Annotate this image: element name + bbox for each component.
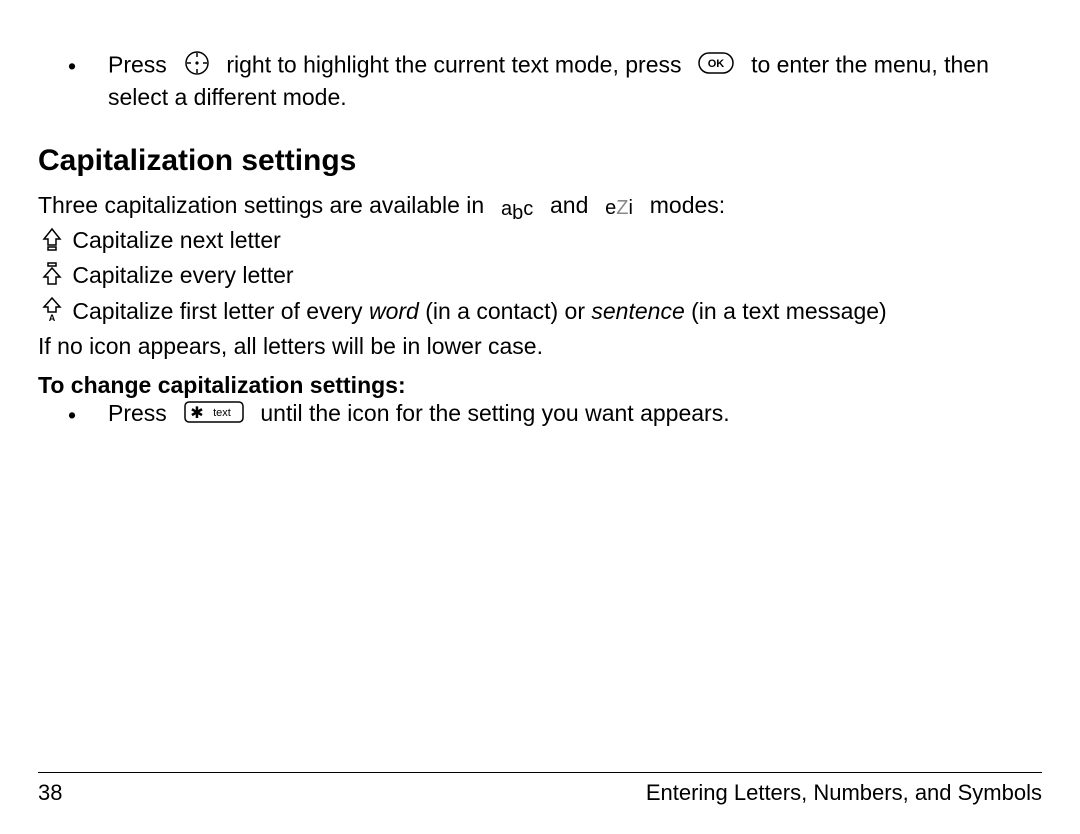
- abc-mode-icon: abc: [501, 193, 533, 222]
- press-label: Press: [108, 51, 167, 77]
- cap-option-3: A Capitalize first letter of every word …: [38, 297, 1042, 328]
- ezi-i: i: [629, 197, 633, 219]
- cap3-c: (in a text message): [691, 298, 887, 324]
- cap-first-word-icon: A: [42, 297, 62, 328]
- step-after: until the icon for the setting you want …: [260, 400, 729, 426]
- chapter-title: Entering Letters, Numbers, and Symbols: [646, 779, 1042, 807]
- change-cap-subheading: To change capitalization settings:: [38, 371, 1042, 400]
- svg-text:OK: OK: [708, 58, 725, 70]
- intro-after-nav: right to highlight the current text mode…: [226, 51, 681, 77]
- cap3-sentence: sentence: [591, 298, 684, 324]
- para1-b: and: [550, 192, 588, 218]
- star-text-key-icon: ✱ text: [184, 401, 244, 430]
- cap3-b: (in a contact) or: [425, 298, 585, 324]
- page-footer: 38 Entering Letters, Numbers, and Symbol…: [38, 772, 1042, 807]
- cap3-a: Capitalize first letter of every: [72, 298, 362, 324]
- modes-paragraph: Three capitalization settings are availa…: [38, 191, 1042, 222]
- cap3-word: word: [369, 298, 419, 324]
- svg-text:text: text: [213, 407, 231, 419]
- page-content: • Press right to highlight the current t…: [0, 0, 1080, 834]
- ok-key-icon: OK: [698, 52, 734, 81]
- cap-next-letter-icon: [42, 227, 62, 258]
- cap-option-2: Capitalize every letter: [38, 261, 1042, 292]
- bullet-dot-icon: •: [68, 50, 108, 81]
- ezi-mode-icon: eZi: [605, 192, 633, 221]
- intro-text: Press right to highlight the current tex…: [108, 50, 1042, 112]
- abc-a: a: [501, 198, 512, 220]
- para1-a: Three capitalization settings are availa…: [38, 192, 484, 218]
- ezi-e: e: [605, 197, 616, 219]
- para1-c: modes:: [650, 192, 725, 218]
- abc-c: c: [523, 198, 533, 220]
- page-number: 38: [38, 779, 62, 807]
- abc-b: b: [512, 202, 523, 224]
- intro-bullet: • Press right to highlight the current t…: [68, 50, 1042, 112]
- step-bullet: • Press ✱ text until the icon for the se…: [68, 399, 1042, 430]
- nav-circle-icon: [184, 50, 210, 83]
- step-press: Press: [108, 400, 167, 426]
- svg-text:A: A: [49, 313, 56, 321]
- section-heading: Capitalization settings: [38, 142, 1042, 180]
- ezi-z: Z: [616, 197, 628, 219]
- cap1-label: Capitalize next letter: [72, 227, 280, 253]
- svg-text:✱: ✱: [190, 405, 203, 422]
- step-text: Press ✱ text until the icon for the sett…: [108, 399, 1042, 429]
- cap-option-1: Capitalize next letter: [38, 226, 1042, 257]
- step-bullet-dot-icon: •: [68, 399, 108, 430]
- no-icon-note: If no icon appears, all letters will be …: [38, 332, 1042, 361]
- cap2-label: Capitalize every letter: [72, 262, 293, 288]
- cap-every-letter-icon: [42, 262, 62, 293]
